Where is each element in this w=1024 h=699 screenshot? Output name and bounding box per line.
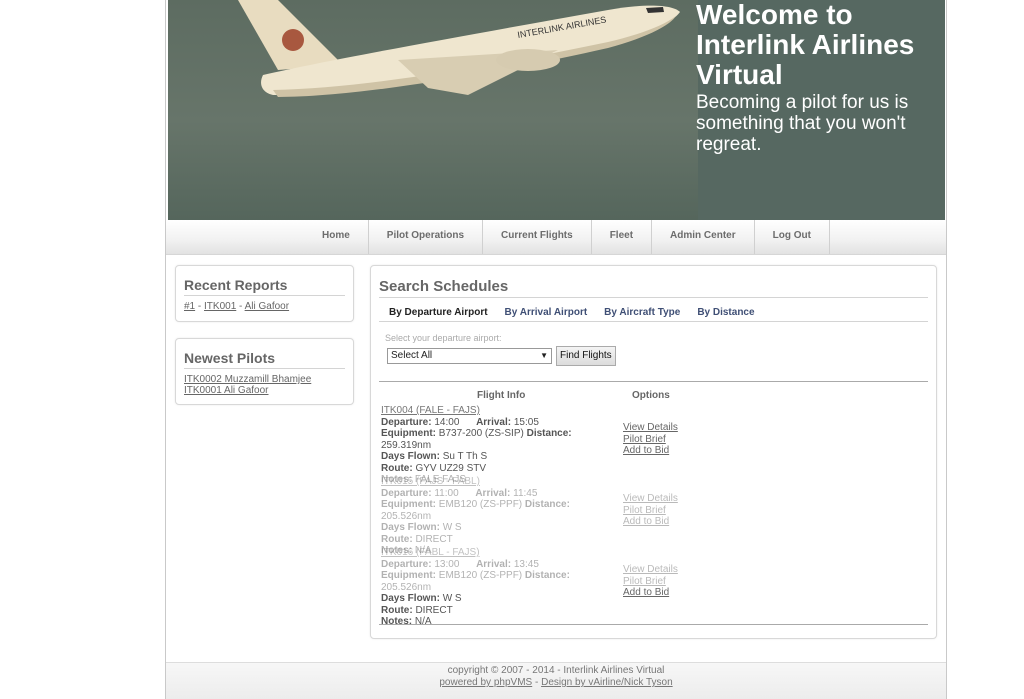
recent-reports-title: Recent Reports [184, 277, 288, 293]
flight-link[interactable]: ITK016 (FABL - FAJS) [381, 547, 621, 559]
divider [379, 381, 928, 382]
report-pilot-link[interactable]: ITK001 [204, 301, 236, 312]
equipment: EMB120 (ZS-PPF) [438, 499, 523, 510]
flight-row: ITK015 (FAJS - FABL) Departure: 11:00 Ar… [381, 476, 621, 557]
days-flown: W S [442, 522, 462, 533]
search-schedules-box: Search Schedules By Departure Airport By… [370, 265, 937, 639]
arrival-time: 11:45 [513, 487, 538, 499]
phpvms-link[interactable]: powered by phpVMS [439, 677, 532, 688]
designer-link[interactable]: Design by vAirline/Nick Tyson [541, 677, 673, 688]
distance: 205.526nm [381, 581, 432, 593]
flight-row: ITK004 (FALE - FAJS) Departure: 14:00 Ar… [381, 405, 621, 486]
divider [379, 321, 928, 322]
nav-admin-center[interactable]: Admin Center [652, 220, 755, 254]
flight-link[interactable]: ITK015 (FAJS - FABL) [381, 476, 621, 488]
days-flown: Su T Th S [442, 451, 488, 462]
flight-options: View Details Pilot Brief Add to Bid [623, 564, 678, 599]
view-details-link[interactable]: View Details [623, 564, 678, 576]
flight-row: ITK016 (FABL - FAJS) Departure: 13:00 Ar… [381, 547, 621, 628]
equipment: B737-200 (ZS-SIP) [438, 428, 524, 439]
page: INTERLINK AIRLINES Welcome to Interlink … [165, 0, 947, 699]
tab-by-aircraft-type[interactable]: By Aircraft Type [604, 307, 680, 318]
report-number-link[interactable]: #1 [184, 301, 195, 312]
divider [184, 295, 345, 296]
divider [379, 297, 928, 298]
separator: - [195, 301, 205, 312]
route: DIRECT [415, 533, 453, 545]
flight-options: View Details Pilot Brief Add to Bid [623, 422, 678, 457]
report-pilot-name-link[interactable]: Ali Gafoor [245, 301, 289, 312]
pilot-brief-link[interactable]: Pilot Brief [623, 576, 678, 588]
newest-pilots-box: Newest Pilots ITK0002 Muzzamill Bhamjee … [175, 338, 354, 405]
column-header-flight-info: Flight Info [477, 390, 526, 401]
arrival-time: 15:05 [513, 416, 539, 428]
days-flown: W S [442, 593, 462, 604]
departure-time: 11:00 [434, 487, 459, 499]
departure-time: 14:00 [434, 416, 460, 428]
departure-label: Select your departure airport: [385, 333, 502, 343]
divider [184, 368, 345, 369]
main-navigation: Home Pilot Operations Current Flights Fl… [166, 220, 946, 255]
route: DIRECT [415, 604, 453, 616]
separator: - [236, 301, 245, 312]
pilot-brief-link[interactable]: Pilot Brief [623, 505, 678, 517]
nav-home[interactable]: Home [302, 220, 369, 254]
nav-log-out[interactable]: Log Out [755, 220, 830, 254]
header-banner: INTERLINK AIRLINES Welcome to Interlink … [168, 0, 945, 220]
footer-links: powered by phpVMS - Design by vAirline/N… [166, 677, 946, 689]
add-to-bid-link[interactable]: Add to Bid [623, 445, 678, 457]
equipment: EMB120 (ZS-PPF) [438, 570, 523, 581]
nav-current-flights[interactable]: Current Flights [483, 220, 592, 254]
separator: - [532, 677, 542, 688]
welcome-subtitle: Becoming a pilot for us is something tha… [696, 92, 909, 155]
welcome-title: Welcome to Interlink Airlines Virtual [696, 0, 915, 90]
departure-airport-select[interactable]: Select All ▼ [387, 348, 552, 364]
footer: copyright © 2007 - 2014 - Interlink Airl… [166, 662, 946, 699]
pilot-brief-link[interactable]: Pilot Brief [623, 434, 678, 446]
copyright-text: copyright © 2007 - 2014 - Interlink Airl… [447, 665, 665, 676]
nav-fleet[interactable]: Fleet [592, 220, 653, 254]
airplane-image: INTERLINK AIRLINES [238, 0, 680, 97]
flight-link[interactable]: ITK004 (FALE - FAJS) [381, 405, 621, 417]
column-header-options: Options [632, 390, 670, 401]
tab-by-arrival-airport[interactable]: By Arrival Airport [505, 307, 588, 318]
departure-select-value: Select All [391, 350, 433, 361]
search-tabs: By Departure Airport By Arrival Airport … [389, 307, 772, 318]
distance: 259.319nm [381, 439, 432, 451]
divider [379, 624, 928, 625]
find-flights-button[interactable]: Find Flights [556, 346, 616, 366]
flight-options: View Details Pilot Brief Add to Bid [623, 493, 678, 528]
departure-time: 13:00 [434, 558, 460, 570]
tab-by-departure-airport[interactable]: By Departure Airport [389, 307, 488, 318]
route: GYV UZ29 STV [415, 462, 487, 474]
search-schedules-title: Search Schedules [379, 278, 509, 295]
pilot-link[interactable]: ITK0002 Muzzamill Bhamjee [184, 374, 311, 385]
distance: 205.526nm [381, 510, 432, 522]
add-to-bid-link[interactable]: Add to Bid [623, 516, 678, 528]
recent-reports-box: Recent Reports #1 - ITK001 - Ali Gafoor [175, 265, 354, 322]
chevron-down-icon: ▼ [540, 351, 548, 360]
report-item: #1 - ITK001 - Ali Gafoor [184, 301, 289, 312]
welcome-block: Welcome to Interlink Airlines Virtual Be… [696, 0, 945, 155]
nav-pilot-operations[interactable]: Pilot Operations [369, 220, 484, 254]
view-details-link[interactable]: View Details [623, 493, 678, 505]
notes: N/A [414, 616, 432, 627]
pilot-link[interactable]: ITK0001 Ali Gafoor [184, 385, 269, 396]
add-to-bid-link[interactable]: Add to Bid [623, 587, 678, 599]
newest-pilots-title: Newest Pilots [184, 350, 276, 366]
view-details-link[interactable]: View Details [623, 422, 678, 434]
tab-by-distance[interactable]: By Distance [697, 307, 754, 318]
arrival-time: 13:45 [513, 558, 539, 570]
